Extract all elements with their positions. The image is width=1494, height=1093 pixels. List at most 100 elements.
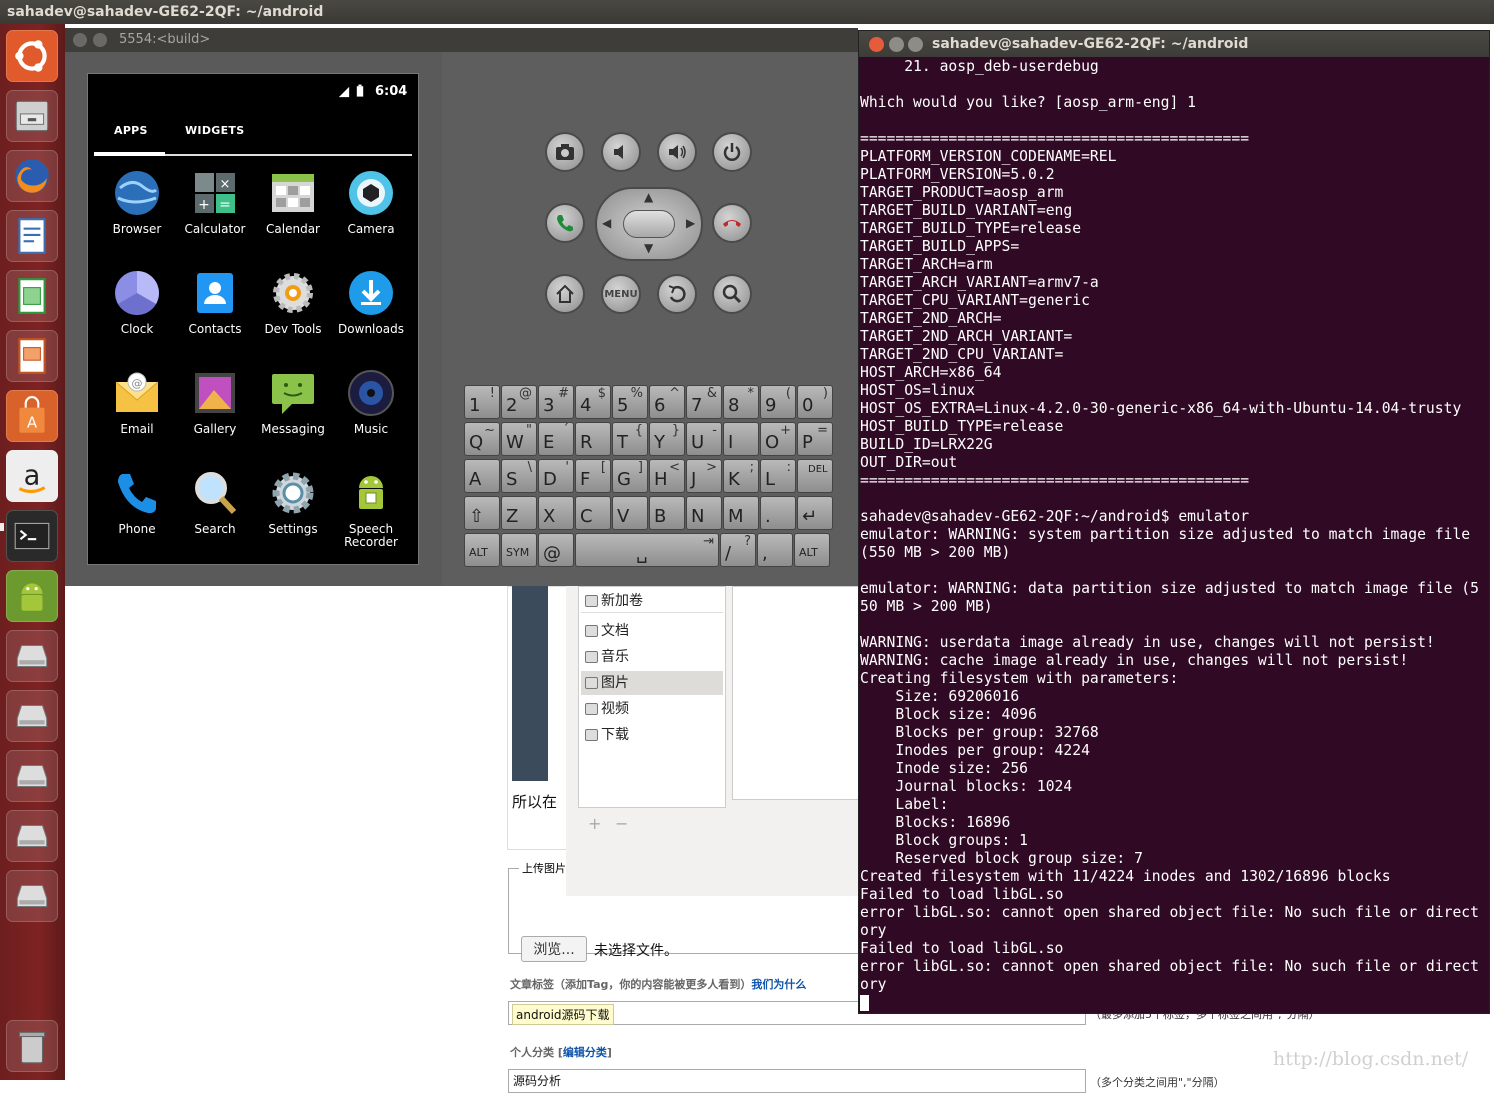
key-4[interactable]: 4 $ [575,385,611,419]
key-3[interactable]: 3 # [538,385,574,419]
key-j[interactable]: J > [686,459,722,493]
key-x[interactable]: . [760,496,796,530]
key-x[interactable]: ↵ [797,496,833,530]
android-sdk-button[interactable] [6,570,58,622]
key-bottom-3[interactable]: ␣ ⇥ [575,533,719,567]
app-phone[interactable]: Phone [98,468,176,568]
app-downloads[interactable]: Downloads [332,268,410,368]
app-messaging[interactable]: Messaging [254,368,332,468]
place-item[interactable]: 视频 [581,697,723,721]
key-del[interactable]: DEL [797,459,833,493]
key-e[interactable]: E ´ [538,422,574,456]
key-1[interactable]: 1! [464,385,500,419]
app-music[interactable]: Music [332,368,410,468]
key-u[interactable]: U- [686,422,722,456]
dpad-center-button[interactable] [623,210,675,238]
menu-button[interactable]: MENU [601,274,641,314]
key-f[interactable]: F[ [575,459,611,493]
writer-launcher-button[interactable] [6,210,58,262]
dpad-down-icon[interactable]: ▼ [644,241,653,255]
home-button[interactable] [545,274,585,314]
terminal-launcher-button[interactable] [6,510,58,562]
app-calendar[interactable]: Calendar [254,168,332,268]
key-k[interactable]: K; [723,459,759,493]
key-d[interactable]: D ' [538,459,574,493]
key-5[interactable]: 5% [612,385,648,419]
key-t[interactable]: T{ [612,422,648,456]
key-x[interactable]: X [538,496,574,530]
app-speech-recorder[interactable]: Speech Recorder [332,468,410,568]
browse-button[interactable]: 浏览... [521,936,587,962]
key-s[interactable]: S \ [501,459,537,493]
key-z[interactable]: Z [501,496,537,530]
app-email[interactable]: @ Email [98,368,176,468]
key-q[interactable]: Q ~ [464,422,500,456]
key-p[interactable]: P = [797,422,833,456]
key-x[interactable]: ⇧ [464,496,500,530]
impress-launcher-button[interactable] [6,330,58,382]
volume-down-button[interactable] [601,132,641,172]
app-contacts[interactable]: Contacts [176,268,254,368]
power-button[interactable] [712,132,752,172]
key-r[interactable]: R [575,422,611,456]
key-6[interactable]: 6 ^ [649,385,685,419]
key-bottom-4[interactable]: /? [720,533,756,567]
terminal-window[interactable]: sahadev@sahadev-GE62-2QF: ~/android 21. … [858,30,1490,1014]
app-search[interactable]: Search [176,468,254,568]
key-2[interactable]: 2 @ [501,385,537,419]
place-item[interactable]: 下载 [581,723,723,747]
key-b[interactable]: B [649,496,685,530]
tab-widgets[interactable]: WIDGETS [185,124,244,137]
key-l[interactable]: L: [760,459,796,493]
trash-button[interactable] [6,1020,58,1072]
place-item[interactable]: 文档 [581,619,723,643]
app-dev-tools[interactable]: Dev Tools [254,268,332,368]
dpad-left-icon[interactable]: ◀ [602,216,611,230]
call-button[interactable] [545,203,585,243]
drive-button-4[interactable] [6,810,58,862]
key-7[interactable]: 7 & [686,385,722,419]
edit-category-link[interactable]: 编辑分类 [563,1046,607,1059]
minimize-button[interactable] [889,37,904,52]
add-bookmark-button[interactable]: + [588,814,601,833]
key-bottom-0[interactable]: ALT [464,533,500,567]
amazon-button[interactable]: a [6,450,58,502]
place-item-selected[interactable]: 图片 [581,671,723,695]
app-settings[interactable]: Settings [254,468,332,568]
ubuntu-dash-button[interactable] [6,30,58,82]
category-input[interactable]: 源码分析 [508,1069,1086,1093]
key-g[interactable]: G] [612,459,648,493]
minimize-button[interactable] [93,33,107,47]
calc-launcher-button[interactable] [6,270,58,322]
close-button[interactable] [73,33,87,47]
key-bottom-6[interactable]: ALT [794,533,830,567]
dpad-right-icon[interactable]: ▶ [686,216,695,230]
tab-apps[interactable]: APPS [114,124,148,137]
key-m[interactable]: M [723,496,759,530]
app-camera[interactable]: Camera [332,168,410,268]
app-clock[interactable]: Clock [98,268,176,368]
app-gallery[interactable]: Gallery [176,368,254,468]
key-bottom-5[interactable]: , [757,533,793,567]
place-item[interactable]: 音乐 [581,645,723,669]
key-i[interactable]: I [723,422,759,456]
back-button[interactable] [657,274,697,314]
close-button[interactable] [869,37,884,52]
tags-link[interactable]: 我们为什么 [751,978,806,991]
key-v[interactable]: V [612,496,648,530]
dpad-up-icon[interactable]: ▲ [644,190,653,204]
tag-chip[interactable]: android源码下载 [512,1004,614,1025]
terminal-output[interactable]: 21. aosp_deb-userdebug Which would you l… [860,58,1488,1013]
drive-button-3[interactable] [6,750,58,802]
key-y[interactable]: Y} [649,422,685,456]
key-o[interactable]: O + [760,422,796,456]
device-screen[interactable]: 6:04 APPS WIDGETS Browser × + = Calculator … [87,73,419,565]
app-calculator[interactable]: × + = Calculator [176,168,254,268]
key-c[interactable]: C [575,496,611,530]
dpad[interactable]: ▲ ▼ ◀ ▶ [595,187,703,261]
end-call-button[interactable] [712,203,752,243]
file-list[interactable] [732,586,862,800]
search-button[interactable] [712,274,752,314]
key-8[interactable]: 8 * [723,385,759,419]
remove-bookmark-button[interactable]: − [615,814,628,833]
